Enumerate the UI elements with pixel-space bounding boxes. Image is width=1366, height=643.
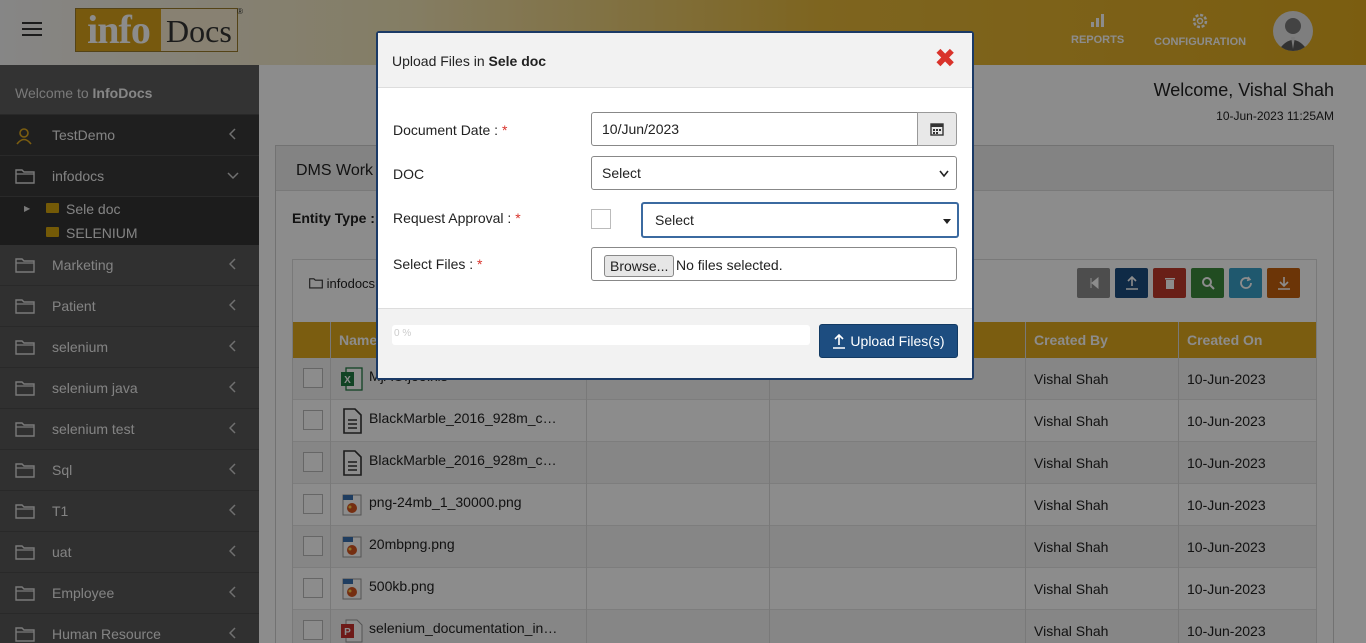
doc-select-value: Select — [602, 165, 641, 181]
dialog-footer: 0 % Upload Files(s) — [378, 308, 972, 378]
file-status: No files selected. — [676, 257, 783, 273]
approval-select[interactable]: Select — [641, 202, 959, 238]
dialog-title-prefix: Upload Files in — [392, 53, 489, 69]
dialog-title: Upload Files in Sele doc — [392, 53, 546, 69]
request-approval-label: Request Approval : * — [393, 210, 521, 226]
caret-down-icon — [943, 219, 951, 224]
dialog-title-folder: Sele doc — [488, 53, 547, 69]
required-mark: * — [477, 256, 483, 272]
upload-files-button[interactable]: Upload Files(s) — [819, 324, 958, 358]
upload-icon — [833, 333, 846, 349]
document-date-input[interactable]: 10/Jun/2023 — [591, 112, 918, 146]
doc-select[interactable]: Select — [591, 156, 957, 190]
required-mark: * — [501, 122, 508, 138]
document-date-label: Document Date : * — [393, 122, 507, 138]
required-mark: * — [515, 210, 521, 226]
close-icon[interactable]: ✖ — [934, 45, 956, 71]
doc-label: DOC — [393, 166, 425, 182]
file-input[interactable]: Browse... No files selected. — [591, 247, 957, 281]
dialog-header: Upload Files in Sele doc ✖ — [378, 33, 972, 88]
upload-files-label: Upload Files(s) — [850, 333, 945, 349]
calendar-icon — [930, 123, 944, 136]
upload-progress-bar: 0 % — [392, 325, 810, 345]
approval-select-value: Select — [655, 212, 694, 228]
browse-button[interactable]: Browse... — [604, 255, 675, 277]
request-approval-label-text: Request Approval : — [393, 210, 512, 226]
request-approval-checkbox[interactable] — [591, 209, 611, 229]
select-files-label: Select Files : * — [393, 256, 482, 272]
select-files-label-text: Select Files : — [393, 256, 474, 272]
calendar-button[interactable] — [917, 112, 957, 146]
chevron-down-icon — [939, 170, 949, 178]
upload-files-dialog: Upload Files in Sele doc ✖ Document Date… — [376, 31, 974, 380]
document-date-label-text: Document Date : — [393, 122, 499, 138]
